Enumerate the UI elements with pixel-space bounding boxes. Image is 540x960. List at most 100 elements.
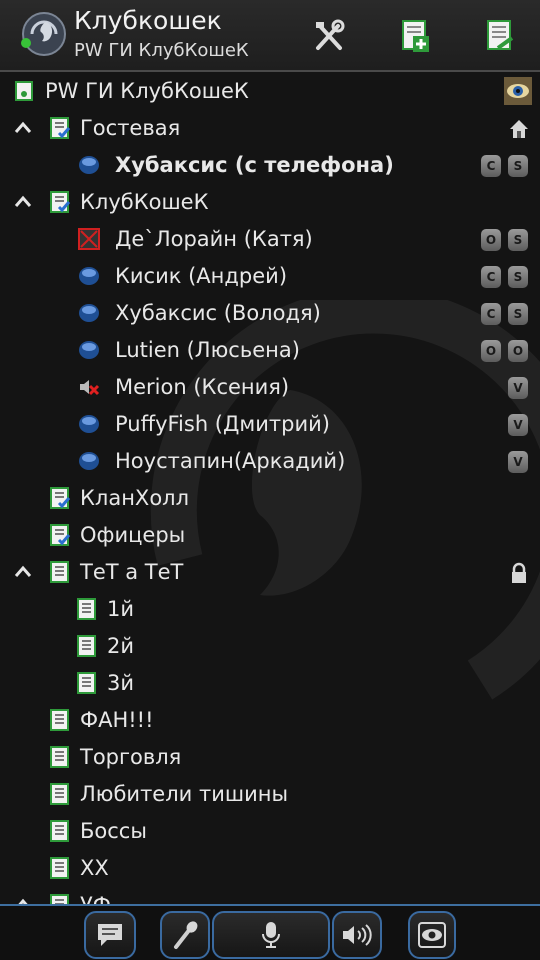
home-icon (510, 120, 528, 138)
channel-row[interactable]: Гостевая (0, 110, 540, 147)
channel-icon (50, 709, 69, 731)
user-row[interactable]: Ноустапин(Аркадий) V (0, 443, 540, 480)
channel-name: Боссы (80, 819, 147, 843)
user-row[interactable]: Де`Лорайн (Катя) O S (0, 221, 540, 258)
channel-row[interactable]: Любители тишины (0, 776, 540, 813)
channel-name: ТеТ а ТеТ (80, 560, 184, 584)
teamspeak-logo-icon (21, 12, 66, 56)
channel-icon (50, 191, 71, 213)
chevron-up-icon[interactable] (12, 564, 34, 580)
channel-tree: PW ГИ КлубКошеК Гостевая Хубаксис (с тел… (0, 73, 540, 906)
user-name: Хубаксис (с телефона) (115, 153, 394, 177)
user-status-icon (79, 304, 99, 322)
app-title: Клубкошек (74, 6, 222, 35)
server-avatar-icon (504, 77, 532, 105)
channel-row[interactable]: XX (0, 850, 540, 887)
server-group-badge: S (508, 229, 528, 251)
operator-badge: O (481, 229, 501, 251)
user-name: Хубаксис (Володя) (115, 301, 321, 325)
edit-channel-icon[interactable] (484, 18, 518, 54)
channel-row[interactable]: Боссы (0, 813, 540, 850)
user-row[interactable]: Кисик (Андрей) C S (0, 258, 540, 295)
channel-name: КлубКошеК (80, 190, 209, 214)
user-row[interactable]: Хубаксис (Володя) C S (0, 295, 540, 332)
chevron-up-icon[interactable] (12, 194, 34, 210)
subchannel-row[interactable]: 2й (0, 628, 540, 665)
speaker-muted-icon (80, 380, 100, 396)
away-eye-icon (418, 922, 446, 948)
user-name: PuffyFish (Дмитрий) (115, 412, 330, 436)
server-name: PW ГИ КлубКошеК (45, 79, 249, 103)
channel-icon (50, 783, 69, 805)
chat-button[interactable] (84, 911, 136, 959)
chat-icon (98, 924, 122, 946)
channel-row[interactable]: Офицеры (0, 517, 540, 554)
user-status-icon (79, 452, 99, 470)
user-status-icon (79, 267, 99, 285)
channel-commander-badge: C (481, 266, 501, 288)
channel-row[interactable]: ТеТ а ТеТ (0, 554, 540, 591)
channel-icon (50, 820, 69, 842)
channel-row[interactable]: ФАН!!! (0, 702, 540, 739)
chevron-up-icon[interactable] (12, 120, 34, 136)
lock-icon (512, 562, 526, 583)
channel-name: Гостевая (80, 116, 181, 140)
voice-badge: V (508, 377, 528, 399)
push-to-talk-button[interactable] (212, 911, 330, 959)
subchannel-row[interactable]: 3й (0, 665, 540, 702)
speaker-button[interactable] (332, 911, 382, 959)
user-name: Де`Лорайн (Катя) (115, 227, 313, 251)
channel-icon (50, 117, 71, 139)
server-icon (15, 81, 33, 101)
microphone-icon (174, 921, 198, 949)
channel-commander-badge: C (481, 303, 501, 325)
channel-icon (77, 672, 96, 694)
channel-commander-badge: C (481, 155, 501, 177)
channel-name: 2й (107, 634, 135, 658)
operator-badge: O (508, 340, 528, 362)
muted-user-icon (78, 228, 100, 250)
channel-name: Офицеры (80, 523, 186, 547)
channel-name: Торговля (80, 745, 182, 769)
subchannel-row[interactable]: 1й (0, 591, 540, 628)
channel-icon (50, 561, 69, 583)
channel-name: КланХолл (80, 486, 190, 510)
server-group-badge: S (508, 155, 528, 177)
channel-row[interactable]: КлубКошеК (0, 184, 540, 221)
user-name: Lutien (Люсьена) (115, 338, 300, 362)
server-subtitle: PW ГИ КлубКошеК (74, 40, 249, 61)
bottom-toolbar (0, 904, 540, 960)
user-name: Merion (Ксения) (115, 375, 290, 399)
push-to-talk-icon (262, 922, 280, 948)
channel-row[interactable]: Торговля (0, 739, 540, 776)
away-button[interactable] (408, 911, 456, 959)
user-status-icon (79, 156, 99, 174)
voice-badge: V (508, 451, 528, 473)
user-name: Кисик (Андрей) (115, 264, 288, 288)
channel-icon (77, 598, 96, 620)
user-status-icon (79, 341, 99, 359)
channel-icon (50, 746, 69, 768)
tools-icon[interactable] (312, 18, 346, 54)
user-row[interactable]: Хубаксис (с телефона) C S (0, 147, 540, 184)
user-row[interactable]: Merion (Ксения) V (0, 369, 540, 406)
microphone-button[interactable] (160, 911, 210, 959)
user-name: Ноустапин(Аркадий) (115, 449, 346, 473)
server-group-badge: S (508, 266, 528, 288)
user-row[interactable]: PuffyFish (Дмитрий) V (0, 406, 540, 443)
channel-name: Любители тишины (80, 782, 289, 806)
speaker-icon (343, 924, 372, 946)
user-row[interactable]: Lutien (Люсьена) O O (0, 332, 540, 369)
channel-name: XX (80, 856, 109, 880)
channel-name: 3й (107, 671, 135, 695)
add-channel-icon[interactable] (399, 18, 433, 54)
app-header: Клубкошек PW ГИ КлубКошеК (0, 0, 540, 72)
channel-row[interactable]: КланХолл (0, 480, 540, 517)
channel-icon (77, 635, 96, 657)
voice-badge: V (508, 414, 528, 436)
operator-badge: O (481, 340, 501, 362)
server-group-badge: S (508, 303, 528, 325)
channel-icon (50, 857, 69, 879)
user-status-icon (79, 415, 99, 433)
server-row[interactable]: PW ГИ КлубКошеК (0, 73, 540, 110)
